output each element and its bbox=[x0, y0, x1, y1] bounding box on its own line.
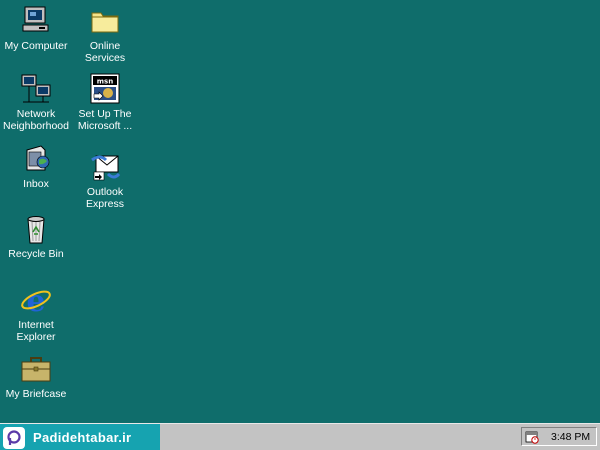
scheduler-icon[interactable] bbox=[525, 430, 539, 444]
network-icon bbox=[21, 74, 51, 103]
recycle-bin-icon bbox=[27, 216, 45, 244]
desktop-icon-label: Recycle Bin bbox=[8, 248, 64, 260]
msn-setup-icon: msn bbox=[90, 73, 120, 104]
taskbar: Padidehtabar.ir 3:48 PM bbox=[0, 423, 600, 450]
desktop-icon-outlook-express[interactable]: Outlook Express bbox=[69, 150, 141, 210]
desktop-icon-setup-msn[interactable]: msn Set Up The Microsoft ... bbox=[69, 72, 141, 132]
clock[interactable]: 3:48 PM bbox=[551, 431, 590, 443]
desktop: My Computer Online Services Network Neig… bbox=[0, 0, 600, 423]
desktop-icon-inbox[interactable]: Inbox bbox=[0, 142, 72, 190]
desktop-icon-label: Network Neighborhood bbox=[3, 108, 69, 132]
brand-banner[interactable]: Padidehtabar.ir bbox=[0, 424, 160, 450]
desktop-icon-internet-explorer[interactable]: e Internet Explorer bbox=[0, 283, 72, 343]
desktop-icon-my-computer[interactable]: My Computer bbox=[0, 4, 72, 52]
desktop-icon-label: Outlook Express bbox=[86, 186, 124, 210]
inbox-icon bbox=[26, 145, 50, 171]
system-tray: 3:48 PM bbox=[521, 427, 597, 446]
outlook-express-icon bbox=[91, 155, 121, 181]
desktop-icon-label: Internet Explorer bbox=[16, 319, 56, 343]
computer-icon bbox=[22, 6, 49, 32]
desktop-icon-label: Set Up The Microsoft ... bbox=[77, 108, 133, 132]
svg-text:msn: msn bbox=[97, 78, 113, 86]
folder-icon bbox=[91, 12, 119, 33]
desktop-icon-label: Online Services bbox=[84, 40, 126, 64]
desktop-icon-recycle-bin[interactable]: Recycle Bin bbox=[0, 212, 72, 260]
desktop-icon-label: Inbox bbox=[23, 178, 49, 190]
brand-mark-icon bbox=[7, 429, 21, 445]
brand-text: Padidehtabar.ir bbox=[33, 430, 132, 445]
brand-logo-icon bbox=[3, 426, 25, 449]
briefcase-icon bbox=[21, 357, 51, 382]
desktop-icon-label: My Briefcase bbox=[5, 388, 67, 400]
internet-explorer-icon: e bbox=[21, 284, 51, 317]
desktop-icon-network-neighborhood[interactable]: Network Neighborhood bbox=[0, 72, 72, 132]
desktop-icon-online-services[interactable]: Online Services bbox=[69, 4, 141, 64]
desktop-icon-label: My Computer bbox=[4, 40, 68, 52]
svg-text:e: e bbox=[26, 284, 45, 317]
desktop-icon-my-briefcase[interactable]: My Briefcase bbox=[0, 352, 72, 400]
